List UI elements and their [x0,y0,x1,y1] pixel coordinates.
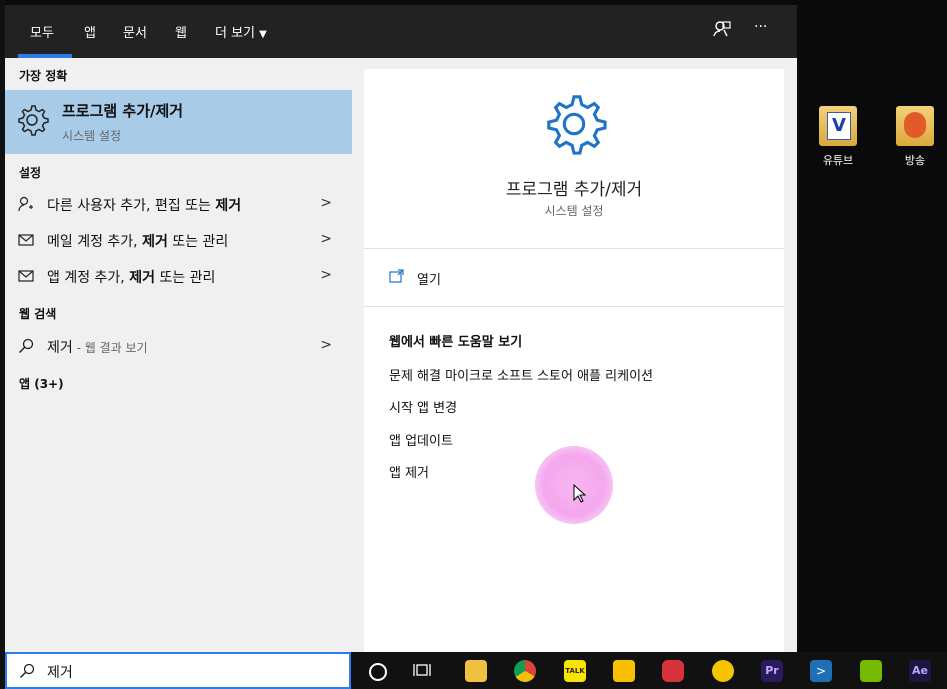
open-label: 열기 [417,273,441,288]
settings-item-text-post: 또는 관리 [154,270,216,286]
web-search-header: 웹 검색 [19,307,57,321]
more-options-icon[interactable]: ··· [754,19,767,35]
media-file-icon [896,106,934,146]
settings-item-text: 다른 사용자 추가, 편집 또는 [47,198,216,214]
taskbar: TALK Pr > Ae [351,652,947,689]
help-link-remove-apps[interactable]: 앱 제거 [389,462,429,481]
results-pane: 가장 정확 프로그램 추가/제거 시스템 설정 설정 다른 사용자 추가, 편집… [5,58,352,652]
search-tabs-bar: 모두 앱 문서 웹 더 보기 ▼ ··· [5,5,797,58]
tab-more[interactable]: 더 보기 ▼ [215,22,267,41]
tab-apps[interactable]: 앱 [84,22,96,41]
settings-item-bold: 제거 [215,198,242,214]
person-add-icon [18,196,34,212]
settings-item-text: 메일 계정 추가, [47,234,143,250]
divider [364,306,784,307]
chrome-icon[interactable] [514,660,536,682]
apps-header[interactable]: 앱 (3+) [19,375,64,392]
detail-subtitle: 시스템 설정 [544,204,604,218]
search-input[interactable]: 제거 [47,662,73,682]
web-query: 제거 [47,340,73,356]
file-explorer-icon[interactable] [465,660,487,682]
taskbar-search-box[interactable]: 제거 [5,652,351,689]
creative-cloud-icon[interactable] [662,660,684,682]
sticky-notes-icon[interactable] [613,660,635,682]
help-link-update-apps[interactable]: 앱 업데이트 [389,430,453,449]
detail-title: 프로그램 추가/제거 [505,180,643,200]
kakaotalk-icon[interactable]: TALK [564,660,586,682]
tab-documents[interactable]: 문서 [123,22,147,41]
after-effects-icon[interactable]: Ae [909,660,931,682]
desktop-icon-broadcast[interactable]: 방송 [885,106,945,168]
chevron-right-icon: > [320,195,332,211]
mouse-cursor-icon [573,483,587,508]
settings-item-other-users[interactable]: 다른 사용자 추가, 편집 또는 제거 > [5,186,352,222]
help-link-change-startup-apps[interactable]: 시작 앱 변경 [389,397,457,416]
tab-web[interactable]: 웹 [175,22,187,41]
chevron-right-icon: > [320,267,332,283]
best-match-result[interactable]: 프로그램 추가/제거 시스템 설정 [5,90,352,154]
help-link-troubleshoot-store[interactable]: 문제 해결 마이크로 소프트 스토어 애플 리케이션 [389,365,653,384]
powershell-icon[interactable]: > [810,660,832,682]
caret-down-icon: ▼ [259,29,267,40]
settings-item-text: 앱 계정 추가, [47,270,130,286]
search-icon [18,338,34,354]
best-match-header: 가장 정확 [19,69,68,83]
detail-pane: 프로그램 추가/제거 시스템 설정 열기 웹에서 빠른 도움말 보기 문제 해결… [364,69,784,652]
best-match-subtitle: 시스템 설정 [62,129,122,143]
chevron-right-icon: > [320,337,332,353]
divider [364,248,784,249]
open-action[interactable]: 열기 [389,267,509,288]
video-file-icon: V [819,106,857,146]
best-match-title: 프로그램 추가/제거 [62,102,184,120]
task-view-icon[interactable] [413,662,431,678]
mail-icon [18,268,34,284]
feedback-icon[interactable] [712,19,732,39]
chevron-right-icon: > [320,231,332,247]
tab-all[interactable]: 모두 [30,22,54,41]
mail-icon [18,232,34,248]
tab-more-label: 더 보기 [215,26,256,41]
settings-header: 설정 [19,166,42,180]
desktop-icon-label: 방송 [904,154,926,167]
help-header: 웹에서 빠른 도움말 보기 [389,335,523,350]
media-player-icon[interactable] [712,660,734,682]
settings-item-bold: 제거 [142,234,168,250]
desktop-icon-youtube[interactable]: V 유튜브 [808,106,868,168]
gear-icon [15,103,49,137]
search-icon [19,663,35,683]
open-window-icon [389,268,405,287]
gear-icon [541,91,607,157]
nvidia-icon[interactable] [860,660,882,682]
premiere-pro-icon[interactable]: Pr [761,660,783,682]
web-search-result[interactable]: 제거 - 웹 결과 보기 > [5,328,352,364]
settings-item-app-accounts[interactable]: 앱 계정 추가, 제거 또는 관리 > [5,258,352,294]
cortana-icon[interactable] [369,663,387,681]
settings-item-bold: 제거 [129,270,155,286]
settings-item-text-post: 또는 관리 [167,234,229,250]
desktop-icon-label: 유튜브 [822,154,854,167]
web-suffix: - 웹 결과 보기 [72,341,148,355]
settings-item-mail-accounts[interactable]: 메일 계정 추가, 제거 또는 관리 > [5,222,352,258]
